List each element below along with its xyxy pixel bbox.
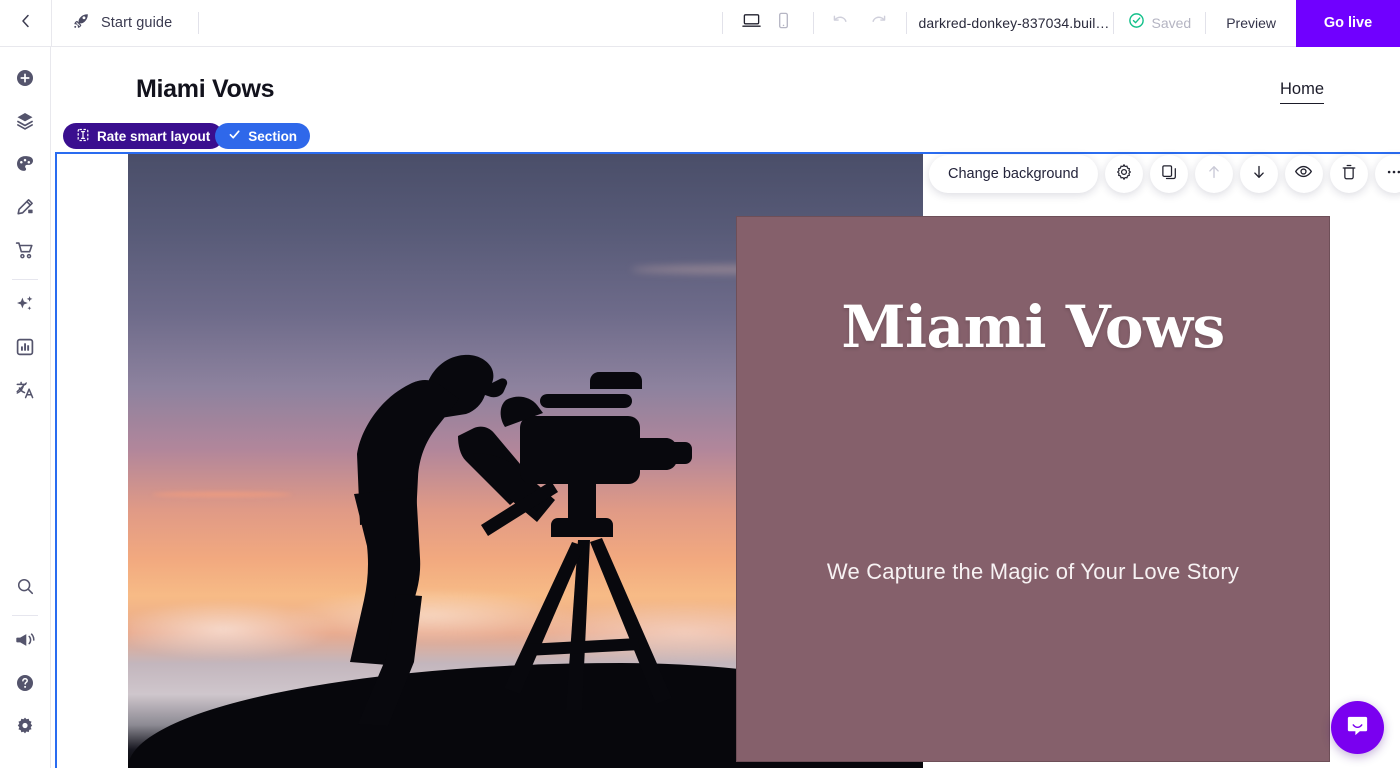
section-badges: Rate smart layout Section: [63, 123, 310, 149]
sidebar-item-layers[interactable]: [4, 102, 46, 145]
sidebar-item-add[interactable]: [4, 59, 46, 102]
sidebar-item-design[interactable]: [4, 145, 46, 188]
redo-button[interactable]: [864, 8, 894, 38]
history-group: [826, 8, 894, 38]
saved-label: Saved: [1152, 15, 1192, 31]
layout-rating-icon: [76, 128, 90, 145]
layers-icon: [14, 110, 36, 137]
delete-section-button[interactable]: [1330, 155, 1368, 193]
sidebar-item-search[interactable]: [4, 567, 46, 610]
start-guide-area: Start guide: [52, 0, 199, 46]
sidebar-item-settings[interactable]: [4, 707, 46, 750]
page-title: Miami Vows: [136, 75, 274, 104]
divider: [813, 12, 814, 34]
start-guide-button[interactable]: Start guide: [72, 11, 188, 35]
redo-icon: [869, 11, 888, 35]
megaphone-icon: [14, 629, 36, 656]
translate-icon: [14, 379, 36, 406]
rate-smart-layout-badge[interactable]: Rate smart layout: [63, 123, 223, 149]
rocket-icon: [72, 11, 91, 35]
section-settings-button[interactable]: [1105, 155, 1143, 193]
sidebar-item-edit[interactable]: [4, 188, 46, 231]
section-toolbar: Change background: [929, 155, 1400, 193]
top-toolbar: Start guide: [0, 0, 1400, 47]
sidebar-bottom-group: [4, 567, 46, 768]
settings-gear-icon: [1115, 163, 1133, 186]
device-toggle-group: [737, 8, 799, 38]
section-label: Section: [248, 129, 297, 144]
move-section-up-button[interactable]: [1195, 155, 1233, 193]
preview-button[interactable]: Preview: [1206, 0, 1296, 46]
back-button[interactable]: [0, 0, 52, 46]
sidebar-top-group: [4, 47, 46, 414]
site-name-label[interactable]: darkred-donkey-837034.buil…: [907, 15, 1113, 31]
more-options-button[interactable]: [1375, 155, 1400, 193]
chat-launcher-button[interactable]: [1331, 701, 1384, 754]
sidebar-item-whats-new[interactable]: [4, 621, 46, 664]
sidebar-divider: [12, 615, 38, 616]
hero-section[interactable]: Miami Vows We Capture the Magic of Your …: [128, 154, 1396, 768]
hero-subtitle: We Capture the Magic of Your Love Story: [737, 559, 1329, 585]
settings-icon: [14, 715, 36, 742]
rate-smart-layout-label: Rate smart layout: [97, 129, 210, 144]
mobile-view-button[interactable]: [769, 8, 799, 38]
start-guide-label: Start guide: [101, 15, 172, 31]
check-circle-icon: [1128, 12, 1145, 34]
hero-title: Miami Vows: [737, 293, 1329, 361]
desktop-view-button[interactable]: [737, 8, 767, 38]
left-sidebar: [0, 47, 51, 768]
search-icon: [15, 576, 36, 602]
mobile-icon: [774, 11, 793, 35]
nav-item-home[interactable]: Home: [1280, 80, 1324, 104]
undo-icon: [831, 11, 850, 35]
move-up-icon: [1205, 163, 1223, 186]
hero-text-panel[interactable]: Miami Vows We Capture the Magic of Your …: [736, 216, 1330, 762]
desktop-icon: [742, 11, 761, 35]
sidebar-item-ai-tools[interactable]: [4, 285, 46, 328]
sidebar-divider: [12, 279, 38, 280]
add-icon: [14, 67, 36, 94]
trash-icon: [1340, 163, 1358, 186]
sidebar-item-languages[interactable]: [4, 371, 46, 414]
sidebar-item-store[interactable]: [4, 231, 46, 274]
go-live-button[interactable]: Go live: [1296, 0, 1400, 47]
move-down-icon: [1250, 163, 1268, 186]
duplicate-section-button[interactable]: [1150, 155, 1188, 193]
move-section-down-button[interactable]: [1240, 155, 1278, 193]
chevron-left-icon: [18, 13, 34, 34]
divider: [722, 12, 723, 34]
more-icon: [1385, 163, 1400, 186]
check-icon: [228, 128, 241, 144]
toolbar-spacer: [199, 0, 721, 46]
top-toolbar-right: darkred-donkey-837034.buil… Saved Previe…: [722, 0, 1400, 46]
eye-icon: [1294, 162, 1313, 186]
duplicate-icon: [1160, 163, 1178, 186]
cart-icon: [14, 239, 36, 266]
hide-section-button[interactable]: [1285, 155, 1323, 193]
save-status: Saved: [1114, 12, 1206, 34]
palette-icon: [14, 153, 36, 180]
sparkles-icon: [14, 293, 36, 320]
pencil-icon: [14, 196, 36, 223]
editor-canvas: Miami Vows Home Rate smart layout Sectio…: [51, 47, 1400, 768]
help-icon: [14, 672, 36, 699]
undo-button[interactable]: [826, 8, 856, 38]
sidebar-item-analytics[interactable]: [4, 328, 46, 371]
section-badge[interactable]: Section: [215, 123, 310, 149]
intercom-chat-icon: [1344, 712, 1371, 744]
analytics-icon: [14, 336, 36, 363]
sidebar-item-help[interactable]: [4, 664, 46, 707]
change-background-button[interactable]: Change background: [929, 155, 1098, 193]
